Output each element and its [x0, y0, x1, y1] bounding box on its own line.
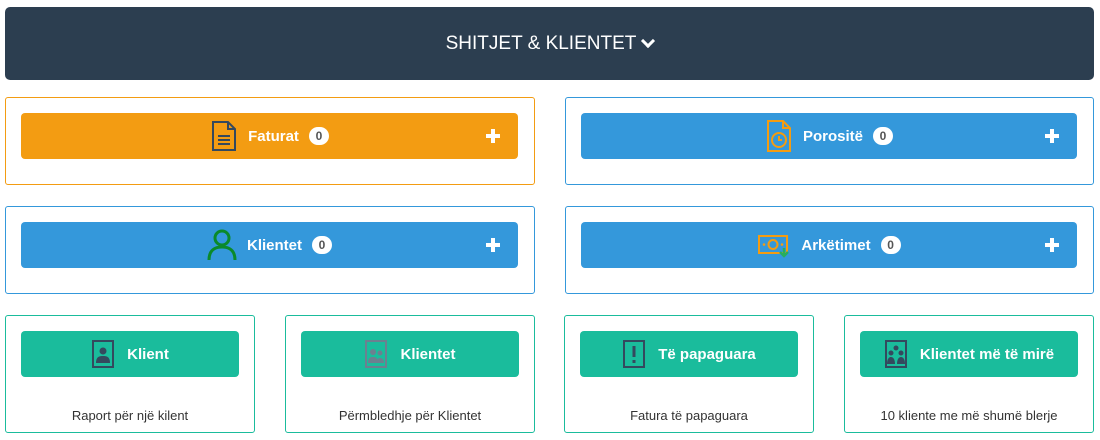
section-header[interactable]: SHITJET & KLIENTET: [5, 7, 1094, 80]
report-top-klientet-description: 10 kliente me më shumë blerje: [880, 408, 1058, 423]
porosite-button[interactable]: Porositë 0: [581, 113, 1077, 159]
faturat-button[interactable]: Faturat 0: [21, 113, 518, 159]
add-porosite-icon[interactable]: [1045, 129, 1059, 143]
porosite-label: Porositë: [802, 127, 863, 145]
arketimet-count-badge: 0: [880, 236, 901, 254]
porosite-panel: Porositë 0: [565, 97, 1094, 185]
arketimet-panel: Arkëtimet 0: [565, 206, 1094, 294]
report-klientet-label: Klientet: [400, 345, 456, 363]
document-icon: [210, 120, 238, 152]
section-title: SHITJET & KLIENTET: [445, 32, 637, 54]
contact-icon: [91, 339, 115, 369]
faturat-count-badge: 0: [308, 127, 329, 145]
arketimet-label: Arkëtimet: [801, 236, 871, 254]
arketimet-button[interactable]: Arkëtimet 0: [581, 222, 1077, 268]
report-top-klientet-button[interactable]: Klientet më të mirë: [860, 331, 1078, 377]
report-papaguara-description: Fatura të papaguara: [630, 408, 748, 423]
klientet-button[interactable]: Klientet 0: [21, 222, 518, 268]
group-contact-icon: [884, 339, 908, 369]
report-papaguara-panel: Të papaguara Fatura të papaguara: [564, 315, 814, 433]
report-klient-panel: Klient Raport për një kilent: [5, 315, 255, 433]
report-top-klientet-panel: Klientet më të mirë 10 kliente me më shu…: [844, 315, 1094, 433]
faturat-panel: Faturat 0: [5, 97, 535, 185]
chevron-down-icon: [641, 33, 656, 49]
report-papaguara-button[interactable]: Të papaguara: [580, 331, 798, 377]
klientet-panel: Klientet 0: [5, 206, 535, 294]
klientet-label: Klientet: [246, 236, 302, 254]
report-klientet-description: Përmbledhje për Klientet: [338, 408, 482, 423]
add-arketimet-icon[interactable]: [1045, 238, 1059, 252]
add-faturat-icon[interactable]: [486, 129, 500, 143]
money-icon: [757, 231, 791, 259]
report-klient-description: Raport për një kilent: [71, 408, 189, 423]
report-top-klientet-label: Klientet më të mirë: [919, 345, 1055, 363]
report-klient-label: Klient: [127, 345, 169, 363]
klientet-count-badge: 0: [312, 236, 332, 254]
report-klientet-panel: Klientet Përmbledhje për Klientet: [285, 315, 535, 433]
faturat-label: Faturat: [248, 127, 299, 145]
porosite-count-badge: 0: [873, 127, 893, 145]
add-klientet-icon[interactable]: [486, 238, 500, 252]
report-klientet-button[interactable]: Klientet: [301, 331, 519, 377]
report-klient-button[interactable]: Klient: [21, 331, 239, 377]
clock-document-icon: [765, 119, 793, 153]
report-papaguara-label: Të papaguara: [658, 345, 756, 363]
exclamation-icon: [622, 339, 646, 369]
group-contact-icon: [364, 339, 388, 369]
user-icon: [207, 229, 237, 261]
